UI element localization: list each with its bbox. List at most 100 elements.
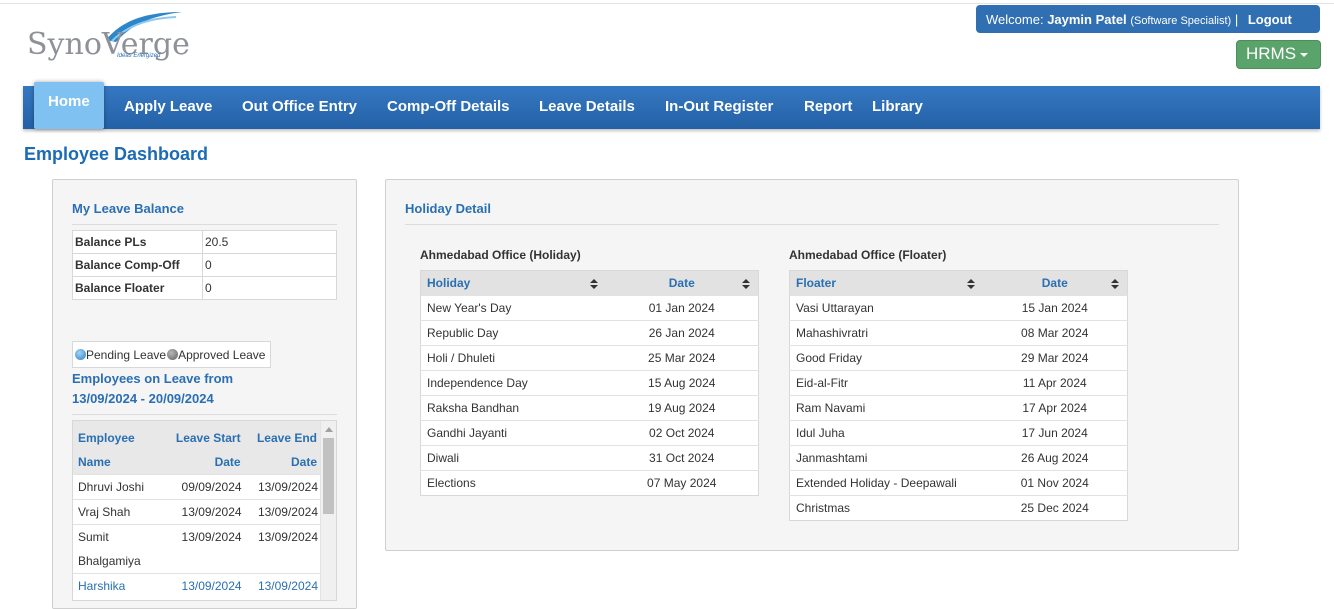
table-row: Holi / Dhuleti 25 Mar 2024	[420, 345, 759, 371]
balance-value: 0	[202, 253, 337, 277]
col-floater-label: Floater	[796, 276, 837, 290]
floater-date: 11 Apr 2024	[982, 370, 1128, 396]
col-leave-start[interactable]: Leave Start Date	[163, 421, 245, 475]
floater-name: Vasi Uttarayan	[789, 295, 983, 321]
holiday-name: Diwali	[420, 445, 606, 471]
nav-home[interactable]: Home	[34, 82, 104, 129]
scrollbar-thumb[interactable]	[323, 438, 334, 514]
holiday-date: 01 Jan 2024	[605, 295, 759, 321]
table-row: New Year's Day 01 Jan 2024	[420, 295, 759, 321]
user-name: Jaymin Patel	[1047, 12, 1127, 27]
holiday-date: 07 May 2024	[605, 470, 759, 496]
col-leave-end-line1: Leave End	[256, 431, 317, 445]
floater-date: 25 Dec 2024	[982, 495, 1128, 521]
nav-report[interactable]: Report	[804, 86, 852, 129]
legend-pending: Pending Leave	[86, 348, 167, 362]
balance-value: 0	[202, 276, 337, 300]
welcome-bar: Welcome: Jaymin Patel (Software Speciali…	[976, 5, 1320, 33]
employee-name: Harshika Thacker	[73, 573, 163, 600]
floater-date: 17 Jun 2024	[982, 420, 1128, 446]
col-floater[interactable]: Floater	[789, 270, 983, 296]
user-role: (Software Specialist)	[1130, 15, 1232, 27]
employee-name: Vraj Shah	[73, 499, 163, 525]
leave-legend: Pending Leave Approved Leave	[72, 341, 271, 368]
table-row: Gandhi Jayanti 02 Oct 2024	[420, 420, 759, 446]
col-leave-end[interactable]: Leave End Date	[244, 421, 321, 475]
holiday-date: 25 Mar 2024	[605, 345, 759, 371]
floater-name: Ram Navami	[789, 395, 983, 421]
hrms-label: HRMS	[1246, 44, 1297, 63]
welcome-label: Welcome:	[986, 12, 1044, 27]
table-header-row: Employee Name Leave Start Date Leave End…	[73, 421, 321, 475]
employee-name: Dhruvi Joshi	[73, 474, 163, 500]
main-nav: Home Apply Leave Out Office Entry Comp-O…	[23, 82, 1320, 129]
sort-icon[interactable]	[589, 279, 598, 289]
floater-date: 01 Nov 2024	[982, 470, 1128, 496]
top-divider	[0, 3, 1334, 4]
nav-in-out-register[interactable]: In-Out Register	[665, 86, 773, 129]
nav-library[interactable]: Library	[872, 86, 923, 129]
leave-start-date: 13/09/2024	[163, 524, 245, 574]
table-row: Independence Day 15 Aug 2024	[420, 370, 759, 396]
holiday-table-caption: Ahmedabad Office (Holiday)	[420, 248, 581, 262]
table-row: Balance PLs 20.5	[72, 230, 337, 254]
col-holiday-label: Holiday	[427, 276, 471, 290]
employees-scrollbar[interactable]	[320, 421, 336, 600]
holiday-name: Gandhi Jayanti	[420, 420, 606, 446]
col-date[interactable]: Date	[982, 270, 1128, 296]
table-row: Balance Comp-Off 0	[72, 253, 337, 277]
holiday-detail-heading: Holiday Detail	[405, 201, 491, 216]
col-date-label: Date	[1041, 276, 1068, 290]
holiday-date: 02 Oct 2024	[605, 420, 759, 446]
leave-balance-heading: My Leave Balance	[72, 201, 185, 216]
logout-link[interactable]: Logout	[1248, 12, 1292, 27]
col-leave-start-line1: Leave Start	[175, 431, 241, 445]
sort-icon[interactable]	[742, 279, 750, 289]
floater-date: 08 Mar 2024	[982, 320, 1128, 346]
nav-apply-leave[interactable]: Apply Leave	[124, 86, 212, 129]
caret-down-icon	[1300, 52, 1309, 57]
holiday-name: Independence Day	[420, 370, 606, 396]
table-header-row: Floater Date	[789, 270, 1128, 296]
floater-date: 29 Mar 2024	[982, 345, 1128, 371]
table-row: Republic Day 26 Jan 2024	[420, 320, 759, 346]
leave-end-date: 13/09/2024	[244, 474, 321, 500]
col-employee-name[interactable]: Employee Name	[73, 421, 163, 475]
holiday-name: Elections	[420, 470, 606, 496]
holiday-date: 31 Oct 2024	[605, 445, 759, 471]
col-holiday[interactable]: Holiday	[420, 270, 606, 296]
sort-icon[interactable]	[966, 279, 975, 289]
holiday-date: 15 Aug 2024	[605, 370, 759, 396]
pending-dot-icon	[75, 349, 86, 360]
holiday-name: Republic Day	[420, 320, 606, 346]
col-leave-end-line2: Date	[290, 455, 317, 469]
employees-on-leave-table-container: Employee Name Leave Start Date Leave End…	[72, 420, 337, 601]
floater-name: Janmashtami	[789, 445, 983, 471]
floater-name: Extended Holiday - Deepawali	[789, 470, 983, 496]
logo-tagline: Ideas Energized	[117, 53, 161, 59]
floater-name: Mahashivratri	[789, 320, 983, 346]
sort-icon[interactable]	[1111, 279, 1119, 289]
leave-start-date: 09/09/2024	[163, 474, 245, 500]
hrms-dropdown-button[interactable]: HRMS	[1236, 40, 1321, 69]
table-row: Vasi Uttarayan 15 Jan 2024	[789, 295, 1128, 321]
approved-dot-icon	[167, 349, 179, 360]
holiday-detail-divider	[405, 224, 1219, 225]
employees-divider	[72, 414, 337, 415]
logo-text: SynoVerge	[27, 27, 190, 62]
company-logo[interactable]: SynoVerge Ideas Energized	[27, 10, 190, 66]
balance-label: Balance Floater	[72, 276, 203, 300]
nav-leave-details[interactable]: Leave Details	[539, 86, 635, 129]
table-row: Diwali 31 Oct 2024	[420, 445, 759, 471]
nav-out-office-entry[interactable]: Out Office Entry	[242, 86, 357, 129]
table-row[interactable]: Harshika Thacker 13/09/2024 13/09/2024	[73, 573, 321, 600]
table-row: Raksha Bandhan 19 Aug 2024	[420, 395, 759, 421]
col-date[interactable]: Date	[605, 270, 759, 296]
scroll-up-arrow-icon[interactable]	[325, 427, 333, 432]
balance-label: Balance Comp-Off	[72, 253, 203, 277]
employees-on-leave-table: Employee Name Leave Start Date Leave End…	[73, 421, 321, 600]
table-row: Eid-al-Fitr 11 Apr 2024	[789, 370, 1128, 396]
table-row: Janmashtami 26 Aug 2024	[789, 445, 1128, 471]
header-separator: |	[1234, 12, 1239, 27]
nav-comp-off-details[interactable]: Comp-Off Details	[387, 86, 510, 129]
